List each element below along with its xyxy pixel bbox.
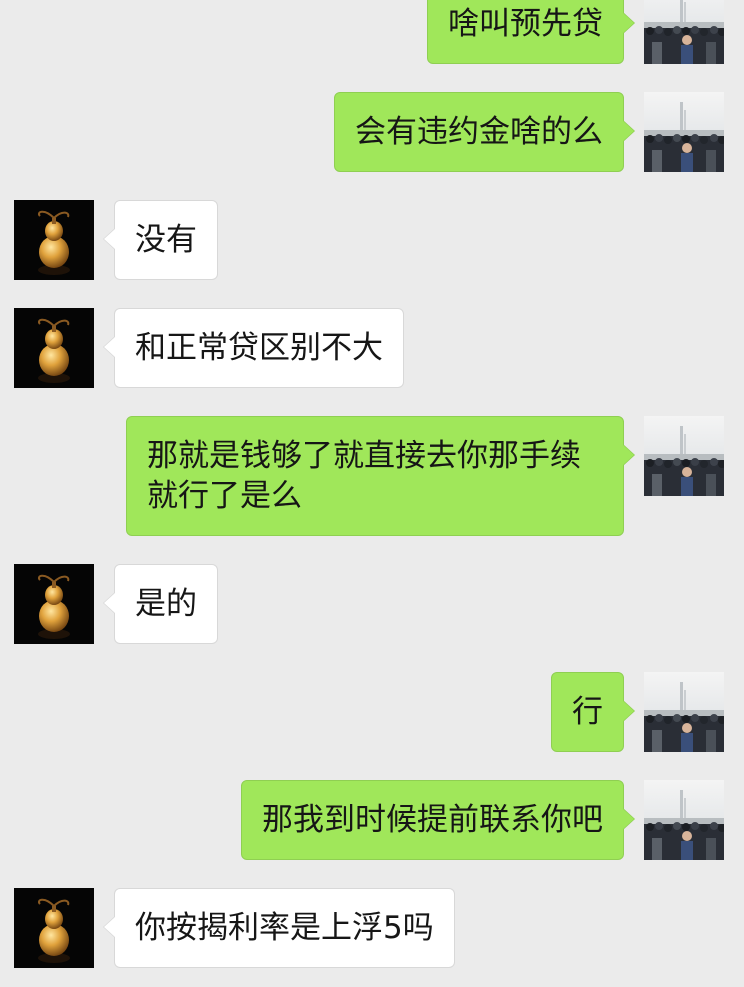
message-row: 会有违约金啥的么 — [0, 92, 744, 172]
message-row: 那就是钱够了就直接去你那手续就行了是么 — [0, 416, 744, 536]
contact-avatar[interactable] — [14, 200, 94, 280]
my-avatar[interactable] — [644, 672, 724, 752]
gourd-photo-avatar-icon — [14, 308, 94, 388]
crowd-photo-avatar-icon — [644, 672, 724, 752]
message-row: 啥叫预先贷 — [0, 0, 744, 64]
received-message-bubble[interactable]: 和正常贷区别不大 — [103, 308, 404, 388]
gourd-photo-avatar-icon — [14, 200, 94, 280]
sent-message-bubble[interactable]: 啥叫预先贷 — [427, 0, 635, 64]
received-message-bubble[interactable]: 你按揭利率是上浮5吗 — [103, 888, 455, 968]
sent-message-bubble[interactable]: 会有违约金啥的么 — [334, 92, 635, 172]
gourd-photo-avatar-icon — [14, 888, 94, 968]
sent-message-bubble[interactable]: 那我到时候提前联系你吧 — [241, 780, 635, 860]
contact-avatar[interactable] — [14, 564, 94, 644]
message-row: 和正常贷区别不大 — [0, 308, 744, 388]
my-avatar[interactable] — [644, 0, 724, 64]
sent-message-bubble[interactable]: 行 — [551, 672, 635, 752]
gourd-photo-avatar-icon — [14, 564, 94, 644]
message-row: 是的 — [0, 564, 744, 644]
my-avatar[interactable] — [644, 780, 724, 860]
received-message-bubble[interactable]: 没有 — [103, 200, 218, 280]
crowd-photo-avatar-icon — [644, 416, 724, 496]
contact-avatar[interactable] — [14, 308, 94, 388]
message-row: 行 — [0, 672, 744, 752]
received-message-bubble[interactable]: 是的 — [103, 564, 218, 644]
message-row: 那我到时候提前联系你吧 — [0, 780, 744, 860]
message-row: 没有 — [0, 200, 744, 280]
sent-message-bubble[interactable]: 那就是钱够了就直接去你那手续就行了是么 — [126, 416, 635, 536]
crowd-photo-avatar-icon — [644, 780, 724, 860]
crowd-photo-avatar-icon — [644, 92, 724, 172]
my-avatar[interactable] — [644, 92, 724, 172]
message-row: 你按揭利率是上浮5吗 — [0, 888, 744, 968]
my-avatar[interactable] — [644, 416, 724, 496]
crowd-photo-avatar-icon — [644, 0, 724, 64]
contact-avatar[interactable] — [14, 888, 94, 968]
